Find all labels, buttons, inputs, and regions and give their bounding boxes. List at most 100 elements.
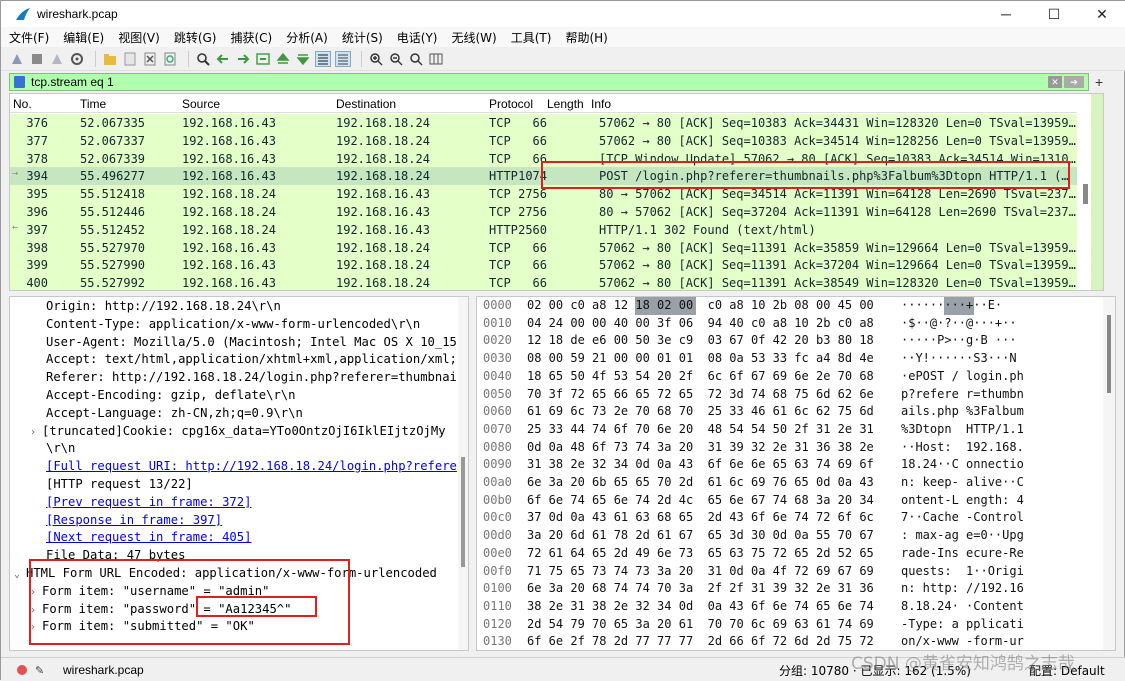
detail-line[interactable]: Content-Type: application/x-www-form-url… — [46, 316, 420, 334]
packet-row[interactable]: 377 52.067337 192.168.16.43 192.168.18.24 TC… — [10, 131, 1077, 150]
packet-row[interactable]: 378 52.067339 192.168.16.43 192.168.18.24 TC… — [10, 149, 1077, 168]
apply-filter-icon[interactable]: ➔ — [1064, 76, 1084, 88]
detail-line[interactable]: \r\n — [46, 440, 75, 458]
menu-wireless[interactable]: 无线(W) — [452, 29, 497, 46]
maximize-button[interactable]: ☐ — [1030, 1, 1078, 27]
restart-capture-icon[interactable] — [49, 51, 65, 67]
packet-row[interactable]: 399 55.527990 192.168.16.43 192.168.18.24 TC… — [10, 256, 1077, 275]
detail-link[interactable]: [Full request URI: http://192.168.18.24/… — [46, 458, 457, 476]
byte-offset: 0000 — [483, 298, 512, 312]
scroll-thumb[interactable] — [1083, 184, 1088, 204]
detail-line[interactable]: ⌄ HTML Form URL Encoded: application/x-ww… — [14, 565, 437, 583]
detail-line[interactable]: Accept: text/html,application/xhtml+xml,… — [46, 351, 457, 369]
detail-line[interactable]: › [truncated]Cookie: cpg16x_data=YTo0Ontz… — [30, 423, 446, 441]
detail-line[interactable]: Accept-Language: zh-CN,zh;q=0.9\r\n — [46, 405, 303, 423]
menu-edit[interactable]: 编辑(E) — [63, 29, 104, 46]
column-header-destination[interactable]: Destination — [336, 97, 396, 111]
detail-line[interactable]: User-Agent: Mozilla/5.0 (Macintosh; Inte… — [46, 334, 457, 352]
detail-line[interactable]: [HTTP request 13/22] — [46, 476, 193, 494]
menu-tools[interactable]: 工具(T) — [511, 29, 552, 46]
packet-cell-dst: 192.168.18.24 — [336, 169, 430, 184]
menu-file[interactable]: 文件(F) — [9, 29, 49, 46]
column-header-protocol[interactable]: Protocol — [489, 97, 533, 111]
packet-row[interactable]: 397 55.512452 192.168.18.24 192.168.16.43 HT… — [10, 220, 1077, 239]
detail-line[interactable]: › Form item: "password" = "Aa12345^" — [30, 601, 291, 619]
bytes-scrollbar[interactable] — [1103, 297, 1115, 650]
collapse-arrow-icon[interactable]: › — [30, 424, 42, 441]
detail-line[interactable]: Origin: http://192.168.18.24\r\n — [46, 298, 281, 316]
expert-info-icon[interactable] — [17, 664, 27, 675]
go-forward-icon[interactable] — [235, 51, 251, 67]
detail-line[interactable]: Accept-Encoding: gzip, deflate\r\n — [46, 387, 295, 405]
open-file-icon[interactable] — [102, 51, 118, 67]
find-packet-icon[interactable] — [195, 51, 211, 67]
byte-hex-values: 6e 3a 20 68 74 74 70 3a 2f 2f 31 39 32 2… — [527, 581, 874, 596]
menu-capture[interactable]: 捕获(C) — [230, 29, 272, 46]
reload-file-icon[interactable] — [162, 51, 178, 67]
menu-help[interactable]: 帮助(H) — [565, 29, 607, 46]
bookmark-icon[interactable] — [14, 76, 25, 88]
last-packet-icon[interactable] — [295, 51, 311, 67]
detail-text: Form item: "submitted" = "OK" — [42, 619, 255, 634]
packet-row[interactable]: 376 52.067335 192.168.16.43 192.168.18.24 TC… — [10, 114, 1077, 132]
column-header-time[interactable]: Time — [80, 97, 106, 111]
packet-cell-time: 52.067337 — [80, 133, 146, 148]
menu-statistics[interactable]: 统计(S) — [342, 29, 383, 46]
autoscroll-icon[interactable] — [315, 50, 331, 67]
menu-analyze[interactable]: 分析(A) — [286, 29, 328, 46]
packet-row[interactable]: 396 55.512446 192.168.18.24 192.168.16.43 TC… — [10, 203, 1077, 221]
menu-view[interactable]: 视图(V) — [118, 29, 160, 46]
collapse-arrow-icon[interactable]: › — [30, 602, 42, 619]
column-header-no[interactable]: No. — [13, 97, 32, 111]
detail-line[interactable]: › Form item: "username" = "admin" — [30, 583, 269, 601]
packet-row[interactable]: 395 55.512418 192.168.18.24 192.168.16.43 TC… — [10, 185, 1077, 203]
edit-comment-icon[interactable]: ✎ — [35, 664, 47, 677]
detail-link[interactable]: [Next request in frame: 405] — [46, 529, 251, 547]
packet-minimap[interactable] — [1091, 94, 1103, 290]
resize-columns-icon[interactable] — [428, 51, 444, 67]
collapse-arrow-icon[interactable]: › — [30, 619, 42, 636]
packet-cell-len: 66 — [532, 151, 547, 166]
column-header-info[interactable]: Info — [591, 97, 611, 111]
packet-row[interactable]: 398 55.527970 192.168.16.43 192.168.18.24 TC… — [10, 238, 1077, 257]
detail-line[interactable]: File Data: 47 bytes — [46, 547, 185, 565]
column-header-length[interactable]: Length — [547, 97, 584, 111]
main-toolbar — [1, 47, 1125, 71]
byte-offset: 0010 — [483, 315, 512, 330]
first-packet-icon[interactable] — [275, 51, 291, 67]
collapse-arrow-icon[interactable]: › — [30, 584, 42, 601]
byte-offset: 0080 — [483, 439, 512, 454]
packet-row[interactable]: 400 55.527992 192.168.16.43 192.168.18.24 TC… — [10, 274, 1077, 290]
packet-list-scrollbar[interactable] — [1077, 94, 1103, 290]
minimize-button[interactable]: ─ — [982, 1, 1030, 27]
detail-link[interactable]: [Prev request in frame: 372] — [46, 494, 251, 512]
clear-filter-icon[interactable]: ✕ — [1048, 76, 1062, 88]
stop-capture-icon[interactable] — [29, 51, 45, 67]
save-file-icon[interactable] — [122, 51, 138, 67]
packet-cell-no: 378 — [26, 151, 48, 166]
detail-link[interactable]: [Response in frame: 397] — [46, 512, 222, 530]
go-back-icon[interactable] — [215, 51, 231, 67]
capture-options-icon[interactable] — [69, 51, 85, 67]
scroll-thumb[interactable] — [461, 457, 465, 567]
zoom-out-icon[interactable] — [388, 51, 404, 67]
menu-telephony[interactable]: 电话(Y) — [397, 29, 438, 46]
details-scrollbar[interactable] — [458, 297, 468, 650]
column-header-source[interactable]: Source — [182, 97, 220, 111]
scroll-thumb[interactable] — [1107, 315, 1111, 393]
add-filter-button[interactable]: + — [1095, 74, 1103, 90]
byte-offset: 0060 — [483, 404, 512, 419]
close-button[interactable]: ✕ — [1078, 1, 1125, 27]
start-capture-icon[interactable] — [9, 51, 25, 67]
expand-arrow-icon[interactable]: ⌄ — [14, 566, 26, 583]
zoom-in-icon[interactable] — [368, 51, 384, 67]
zoom-reset-icon[interactable] — [408, 51, 424, 67]
colorize-icon[interactable] — [335, 50, 351, 67]
detail-line[interactable]: › Form item: "submitted" = "OK" — [30, 618, 255, 636]
close-file-icon[interactable] — [142, 51, 158, 67]
go-to-packet-icon[interactable] — [255, 51, 271, 67]
packet-row[interactable]: 394 55.496277 192.168.16.43 192.168.18.24 HT… — [10, 167, 1077, 186]
detail-line[interactable]: Referer: http://192.168.18.24/login.php?… — [46, 369, 457, 387]
menu-go[interactable]: 跳转(G) — [174, 29, 217, 46]
display-filter-input[interactable] — [31, 75, 931, 89]
